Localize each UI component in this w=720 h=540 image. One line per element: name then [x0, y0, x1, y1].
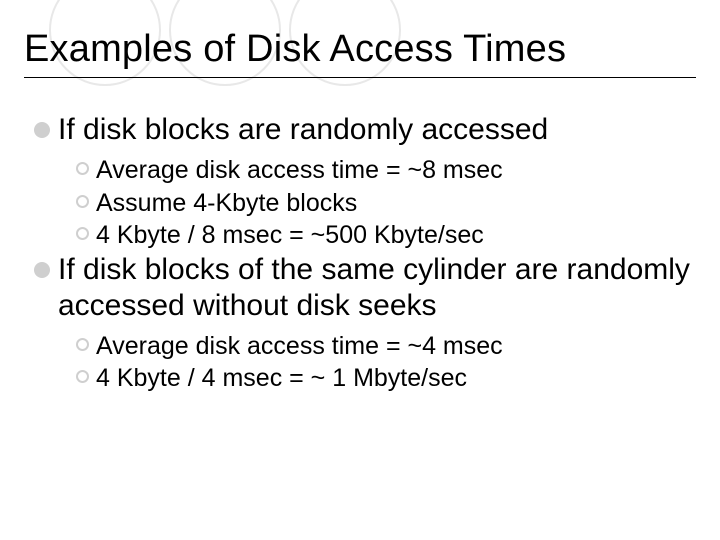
subbullet-text: Assume 4-Kbyte blocks — [96, 187, 357, 220]
slide-title: Examples of Disk Access Times — [24, 28, 696, 71]
bullet-level2: Assume 4-Kbyte blocks — [76, 187, 696, 220]
disc-bullet-icon — [34, 122, 50, 138]
bullet-text: If disk blocks of the same cylinder are … — [58, 252, 696, 324]
bullet-level1: If disk blocks of the same cylinder are … — [34, 252, 696, 324]
subbullet-text: 4 Kbyte / 4 msec = ~ 1 Mbyte/sec — [96, 362, 467, 395]
circle-bullet-icon — [76, 227, 89, 240]
circle-bullet-icon — [76, 195, 89, 208]
circle-bullet-icon — [76, 370, 89, 383]
subbullet-text: Average disk access time = ~4 msec — [96, 330, 503, 363]
bullet-level2: 4 Kbyte / 8 msec = ~500 Kbyte/sec — [76, 219, 696, 252]
subbullet-text: Average disk access time = ~8 msec — [96, 154, 503, 187]
subbullet-group: Average disk access time = ~8 msec Assum… — [76, 154, 696, 252]
circle-bullet-icon — [76, 162, 89, 175]
subbullet-text: 4 Kbyte / 8 msec = ~500 Kbyte/sec — [96, 219, 484, 252]
slide-content: Examples of Disk Access Times If disk bl… — [0, 0, 720, 395]
title-divider — [24, 77, 696, 78]
bullet-level2: 4 Kbyte / 4 msec = ~ 1 Mbyte/sec — [76, 362, 696, 395]
bullet-text: If disk blocks are randomly accessed — [58, 112, 548, 148]
disc-bullet-icon — [34, 262, 50, 278]
circle-bullet-icon — [76, 338, 89, 351]
bullet-level2: Average disk access time = ~8 msec — [76, 154, 696, 187]
bullet-level2: Average disk access time = ~4 msec — [76, 330, 696, 363]
bullet-level1: If disk blocks are randomly accessed — [34, 112, 696, 148]
subbullet-group: Average disk access time = ~4 msec 4 Kby… — [76, 330, 696, 395]
